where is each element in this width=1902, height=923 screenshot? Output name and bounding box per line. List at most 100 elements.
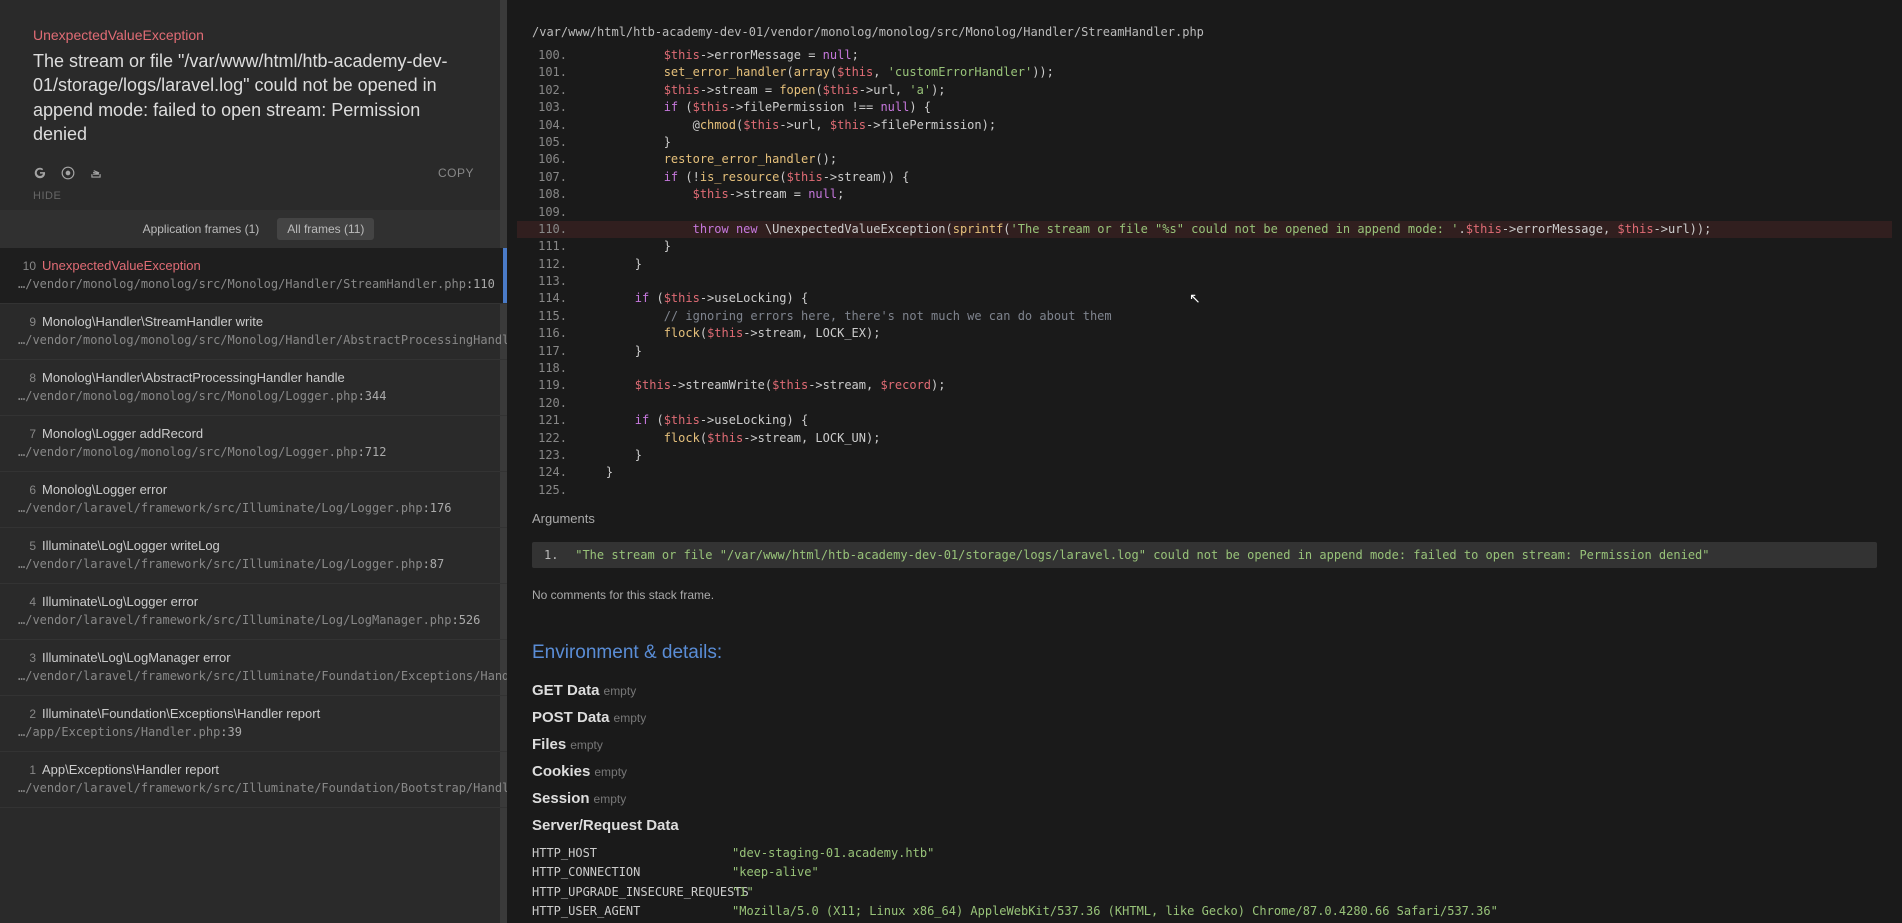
line-content: set_error_handler(array($this, 'customEr… [577, 64, 1892, 81]
line-content: if ($this->useLocking) { [577, 290, 1892, 307]
stack-frame[interactable]: 3 Illuminate\Log\LogManager error …/vendor… [0, 640, 507, 696]
stack-frame[interactable]: 7 Monolog\Logger addRecord …/vendor/monolo… [0, 416, 507, 472]
frame-number: 1 [18, 763, 36, 777]
line-number: 102. [517, 82, 577, 99]
stack-frame[interactable]: 4Illuminate\Log\Logger error…/vendor/lar… [0, 584, 507, 640]
line-number: 106. [517, 151, 577, 168]
stack-frame[interactable]: 6Monolog\Logger error…/vendor/laravel/fr… [0, 472, 507, 528]
frame-number: 9 [18, 315, 36, 329]
stack-frame[interactable]: 1App\Exceptions\Handler report…/vendor/l… [0, 752, 507, 808]
duckduckgo-icon[interactable] [61, 166, 75, 180]
line-number: 119. [517, 377, 577, 394]
server-value: "Mozilla/5.0 (X11; Linux x86_64) AppleWe… [732, 902, 1877, 921]
line-number: 113. [517, 273, 577, 290]
frame-number: 5 [18, 539, 36, 553]
frame-number: 10 [18, 259, 36, 273]
stack-frame[interactable]: 2Illuminate\Foundation\Exceptions\Handle… [0, 696, 507, 752]
tab-all-frames[interactable]: All frames (11) [277, 218, 374, 240]
stack-frame[interactable]: 9Monolog\Handler\StreamHandler write…/ve… [0, 304, 507, 360]
line-content: } [577, 256, 1892, 273]
frame-number: 8 [18, 371, 36, 385]
frame-path: …/vendor/laravel/framework/src/Illuminat… [18, 781, 489, 795]
code-line: 103. if ($this->filePermission !== null)… [517, 99, 1892, 116]
frame-path: …/vendor/monolog/monolog/src/Monolog/Han… [18, 333, 489, 347]
error-message: The stream or file "/var/www/html/htb-ac… [33, 49, 474, 146]
line-content: if ($this->filePermission !== null) { [577, 99, 1892, 116]
code-line: 122. flock($this->stream, LOCK_UN); [517, 430, 1892, 447]
google-icon[interactable] [33, 166, 47, 180]
code-line: 113. [517, 273, 1892, 290]
env-title: Environment & details: [532, 642, 1877, 664]
server-key: HTTP_CONNECTION [532, 863, 732, 882]
data-group-empty: empty [614, 711, 647, 725]
hide-button[interactable]: HIDE [0, 190, 507, 210]
data-group-label: Session [532, 790, 590, 807]
line-content: } [577, 343, 1892, 360]
env-data-group[interactable]: Session empty [532, 790, 1877, 807]
frame-title: Illuminate\Log\Logger error [42, 594, 198, 609]
line-content: } [577, 464, 1892, 481]
frame-path: …/vendor/monolog/monolog/src/Monolog/Log… [18, 445, 489, 459]
line-number: 112. [517, 256, 577, 273]
stack-frame[interactable]: 8Monolog\Handler\AbstractProcessingHandl… [0, 360, 507, 416]
frame-path: …/vendor/laravel/framework/src/Illuminat… [18, 557, 489, 571]
code-line: 110. throw new \UnexpectedValueException… [517, 221, 1892, 238]
line-number: 117. [517, 343, 577, 360]
code-line: 109. [517, 204, 1892, 221]
line-number: 115. [517, 308, 577, 325]
sidebar: UnexpectedValueException The stream or f… [0, 0, 507, 923]
frame-number: 7 [18, 427, 36, 441]
server-key: HTTP_USER_AGENT [532, 902, 732, 921]
server-value: "keep-alive" [732, 863, 1877, 882]
line-content: $this->streamWrite($this->stream, $recor… [577, 377, 1892, 394]
line-number: 111. [517, 238, 577, 255]
server-key: HTTP_UPGRADE_INSECURE_REQUESTS [532, 883, 732, 902]
line-content: @chmod($this->url, $this->filePermission… [577, 117, 1892, 134]
exception-name: UnexpectedValueException [33, 27, 474, 43]
code-line: 119. $this->streamWrite($this->stream, $… [517, 377, 1892, 394]
server-data-table: HTTP_HOST"dev-staging-01.academy.htb"HTT… [532, 844, 1877, 923]
frame-number: 4 [18, 595, 36, 609]
stackoverflow-icon[interactable] [89, 166, 103, 180]
main-panel: /var/www/html/htb-academy-dev-01/vendor/… [507, 0, 1902, 923]
code-line: 102. $this->stream = fopen($this->url, '… [517, 82, 1892, 99]
line-content: if ($this->useLocking) { [577, 412, 1892, 429]
env-data-group[interactable]: Filesempty [532, 736, 1877, 753]
line-number: 104. [517, 117, 577, 134]
frame-title: Monolog\Logger addRecord [42, 426, 203, 441]
copy-button[interactable]: COPY [438, 166, 474, 180]
code-line: 115. // ignoring errors here, there's no… [517, 308, 1892, 325]
frame-number: 6 [18, 483, 36, 497]
stack-frame[interactable]: 5Illuminate\Log\Logger writeLog…/vendor/… [0, 528, 507, 584]
data-group-empty: empty [594, 792, 627, 806]
env-data-group[interactable]: Cookiesempty [532, 763, 1877, 780]
line-content: throw new \UnexpectedValueException(spri… [577, 221, 1892, 238]
frame-title: Illuminate\Foundation\Exceptions\Handler… [42, 706, 320, 721]
arguments-title: Arguments [507, 499, 1902, 532]
code-line: 125. [517, 482, 1892, 499]
line-content: $this->stream = null; [577, 186, 1892, 203]
frame-title: Illuminate\Log\LogManager error [42, 650, 231, 665]
line-number: 122. [517, 430, 577, 447]
code-line: 121. if ($this->useLocking) { [517, 412, 1892, 429]
line-number: 121. [517, 412, 577, 429]
line-content: restore_error_handler(); [577, 151, 1892, 168]
line-number: 125. [517, 482, 577, 499]
server-data-label: Server/Request Data [532, 817, 679, 834]
data-group-empty: empty [570, 738, 603, 752]
code-line: 116. flock($this->stream, LOCK_EX); [517, 325, 1892, 342]
line-number: 103. [517, 99, 577, 116]
server-data-row: HTTP_HOST"dev-staging-01.academy.htb" [532, 844, 1877, 863]
server-data-row: HTTP_UPGRADE_INSECURE_REQUESTS"1" [532, 883, 1877, 902]
frame-number: 3 [18, 651, 36, 665]
frame-path: …/vendor/laravel/framework/src/Illuminat… [18, 669, 489, 683]
env-data-group[interactable]: GET Dataempty [532, 682, 1877, 699]
code-line: 101. set_error_handler(array($this, 'cus… [517, 64, 1892, 81]
line-number: 109. [517, 204, 577, 221]
tab-application-frames[interactable]: Application frames (1) [133, 218, 270, 240]
env-data-group[interactable]: POST Dataempty [532, 709, 1877, 726]
line-content [577, 204, 1892, 221]
code-line: 107. if (!is_resource($this->stream)) { [517, 169, 1892, 186]
stack-frame[interactable]: 10UnexpectedValueException…/vendor/monol… [0, 248, 507, 304]
code-block: 100. $this->errorMessage = null;101. set… [507, 47, 1902, 499]
